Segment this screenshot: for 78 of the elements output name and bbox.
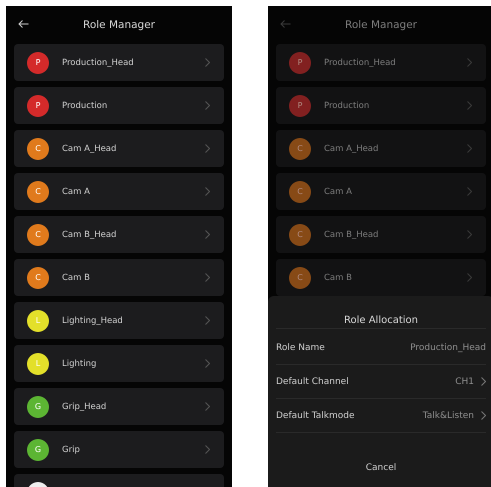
role-name: Production_Head	[324, 58, 396, 68]
setting-label: Default Talkmode	[276, 410, 355, 420]
chevron-icon	[205, 445, 210, 454]
role-item[interactable]: L Lighting	[14, 345, 224, 382]
role-item[interactable]: P Production	[276, 87, 486, 124]
setting-row[interactable]: Default Channel CH1	[276, 365, 486, 399]
setting-value: CH1	[455, 376, 474, 386]
chevron-icon	[205, 144, 210, 153]
role-item[interactable]: P Production	[14, 87, 224, 124]
setting-row[interactable]: Default Talkmode Talk&Listen	[276, 399, 486, 433]
role-name: Cam B_Head	[324, 230, 378, 240]
role-name: Cam B_Head	[62, 230, 116, 240]
role-name: Cam A	[324, 186, 352, 196]
role-item[interactable]: C Cam B	[14, 259, 224, 296]
role-avatar: C	[27, 180, 49, 202]
setting-value: Production_Head	[410, 342, 486, 352]
role-avatar: C	[27, 138, 49, 160]
role-avatar: P	[289, 52, 311, 74]
role-item[interactable]: P Production_Head	[276, 44, 486, 81]
role-item[interactable]: G Grip	[14, 431, 224, 468]
sheet-title: Role Allocation	[342, 314, 420, 328]
role-name: Cam B	[62, 272, 90, 282]
role-name: Cam A	[62, 186, 90, 196]
role-avatar: G	[27, 438, 49, 460]
role-avatar: L	[27, 352, 49, 374]
role-item[interactable]: C Cam B_Head	[276, 216, 486, 253]
role-avatar: C	[289, 180, 311, 202]
chevron-icon	[481, 411, 486, 420]
role-name: Lighting_Head	[62, 316, 123, 326]
role-name: Cam A_Head	[62, 144, 116, 154]
role-name: Grip_Head	[62, 402, 106, 412]
role-name: Production_Head	[62, 58, 134, 68]
chevron-icon	[205, 187, 210, 196]
chevron-icon	[467, 230, 472, 239]
role-avatar: C	[289, 266, 311, 288]
role-item[interactable]: C Cam A_Head	[276, 130, 486, 167]
chevron-icon	[467, 101, 472, 110]
role-item[interactable]: C Cam B_Head	[14, 216, 224, 253]
role-name: Grip	[62, 444, 80, 454]
setting-value: Talk&Listen	[422, 410, 474, 420]
role-avatar: C	[27, 224, 49, 246]
chevron-icon	[205, 402, 210, 411]
chevron-icon	[205, 58, 210, 67]
role-item[interactable]: C Cam B	[276, 259, 486, 296]
role-item[interactable]: C Cam A	[14, 173, 224, 210]
chevron-icon	[481, 377, 486, 386]
screen-title: Role Manager	[345, 19, 417, 31]
chevron-icon	[467, 58, 472, 67]
chevron-icon	[205, 230, 210, 239]
role-item[interactable]: G Grip_Head	[14, 388, 224, 425]
role-name: Production	[62, 100, 108, 110]
role-avatar: L	[27, 310, 49, 332]
role-name: Production	[324, 100, 370, 110]
screen-title: Role Manager	[83, 19, 155, 31]
role-avatar: G	[27, 396, 49, 418]
chevron-icon	[205, 273, 210, 282]
role-item[interactable]: C Cam A_Head	[14, 130, 224, 167]
cancel-button[interactable]: Cancel	[360, 461, 402, 475]
role-name: Cam A_Head	[324, 144, 378, 154]
role-avatar: C	[289, 138, 311, 160]
role-avatar: P	[27, 94, 49, 116]
role-avatar: P	[27, 52, 49, 74]
chevron-icon	[467, 144, 472, 153]
role-item[interactable]: C Cam A	[276, 173, 486, 210]
chevron-icon	[467, 273, 472, 282]
setting-label: Default Channel	[276, 376, 349, 386]
chevron-icon	[205, 316, 210, 325]
role-avatar: C	[289, 224, 311, 246]
chevron-icon	[205, 101, 210, 110]
role-avatar: C	[27, 266, 49, 288]
role-name: Cam B	[324, 272, 352, 282]
role-avatar: P	[289, 94, 311, 116]
role-item[interactable]: P Production_Head	[14, 44, 224, 81]
role-name: Lighting	[62, 358, 96, 368]
chevron-icon	[467, 187, 472, 196]
chevron-icon	[205, 359, 210, 368]
role-item[interactable]: L Lighting_Head	[14, 302, 224, 339]
setting-label: Role Name	[276, 342, 325, 352]
